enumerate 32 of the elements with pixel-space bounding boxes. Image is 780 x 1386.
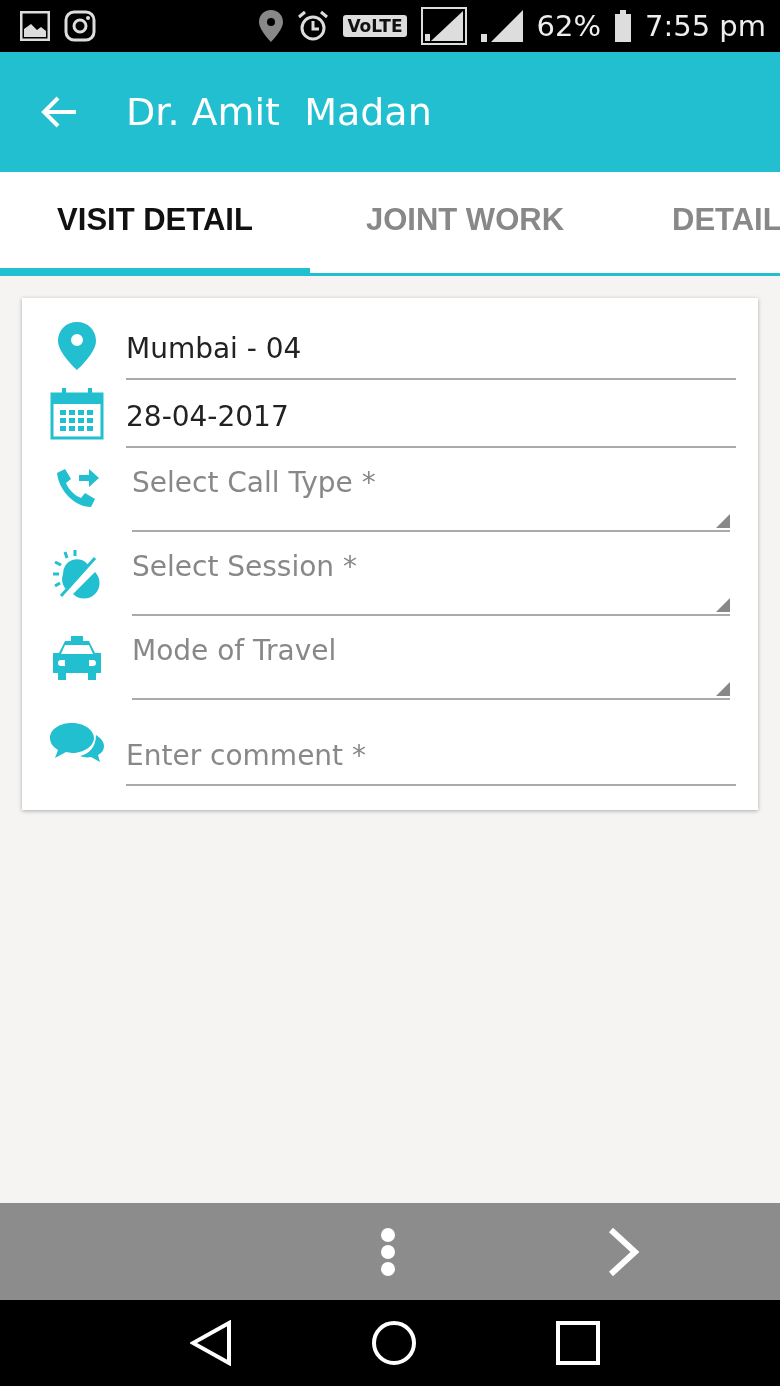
gallery-icon [20, 11, 50, 41]
field-value[interactable]: Mumbai - 04 [126, 312, 736, 380]
dropdown-field[interactable]: Select Call Type * [132, 448, 730, 532]
dropdown-field[interactable]: Select Session * [132, 532, 730, 616]
next-chevron-icon[interactable] [606, 1226, 640, 1277]
dropdown-field[interactable]: Mode of Travel [132, 616, 730, 700]
field-value[interactable]: 28-04-2017 [126, 380, 736, 448]
clock-time: 7:55 pm [645, 9, 766, 43]
battery-icon [615, 10, 631, 42]
back-nav-icon[interactable] [189, 1320, 232, 1366]
comment-field[interactable]: Enter comment * [126, 700, 736, 786]
dropdown-caret-icon [716, 514, 730, 528]
battery-percent: 62% [536, 9, 601, 43]
location-pin-icon [57, 322, 97, 370]
tab[interactable]: JOINT WORK [310, 172, 620, 273]
signal-icon [480, 10, 523, 42]
alarm-icon [297, 10, 330, 42]
signal-icon [420, 7, 467, 45]
app-title: Dr. Amit Madan [126, 90, 432, 134]
home-nav-icon[interactable] [371, 1320, 417, 1366]
tab[interactable]: VISIT DETAIL [0, 172, 310, 273]
camera-icon [64, 10, 96, 42]
calendar-icon [50, 388, 104, 440]
dropdown-caret-icon [716, 682, 730, 696]
chat-bubbles-icon [50, 723, 104, 763]
volte-label: VoLTE [343, 15, 407, 37]
location-icon [259, 10, 284, 42]
tab[interactable]: DETAIL [620, 172, 780, 273]
dropdown-caret-icon [716, 598, 730, 612]
more-options-icon[interactable] [378, 1226, 398, 1277]
recents-nav-icon[interactable] [556, 1321, 601, 1365]
taxi-icon [51, 636, 103, 680]
